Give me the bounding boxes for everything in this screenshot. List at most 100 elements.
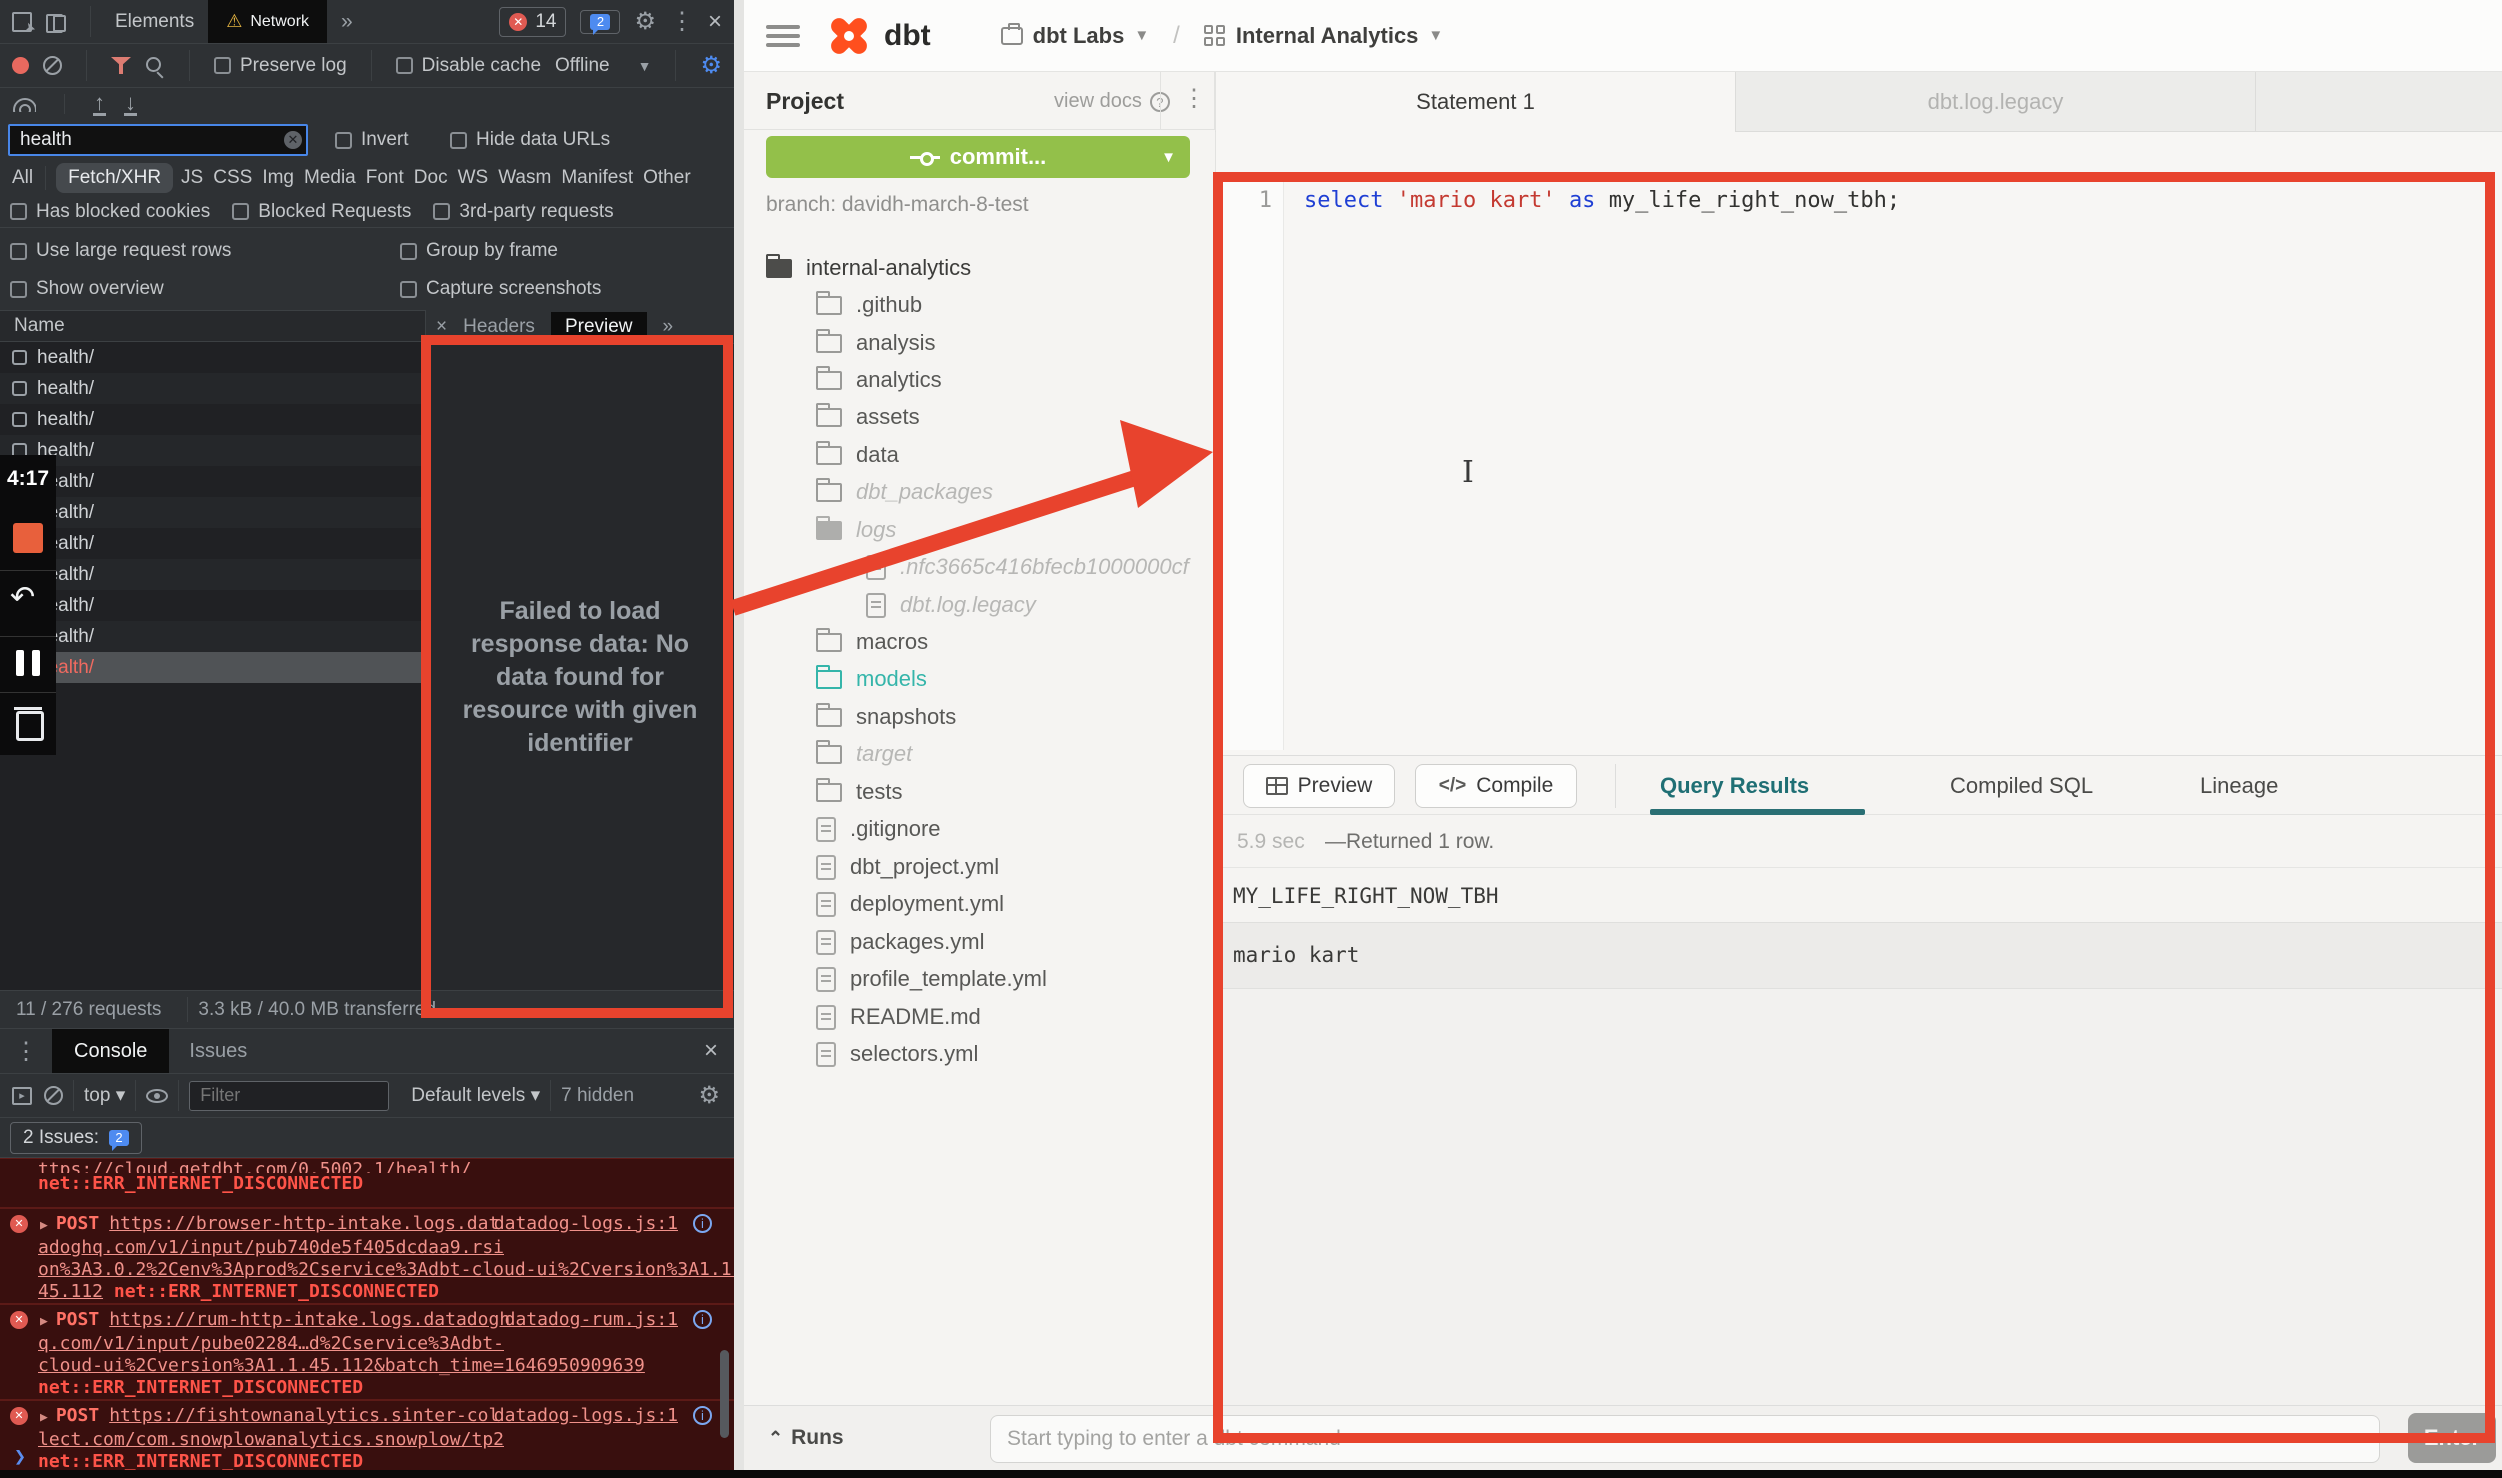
close-devtools-icon[interactable]: × (708, 8, 722, 36)
network-filter-input[interactable] (8, 124, 308, 156)
runs-toggle[interactable]: ⌃Runs (768, 1426, 844, 1450)
tab-compiled-sql[interactable]: Compiled SQL (1950, 756, 2093, 815)
hide-data-urls-checkbox[interactable]: Hide data URLs (450, 129, 610, 151)
throttling-chevron-icon[interactable]: ▼ (638, 58, 652, 74)
tree-folder-snapshots[interactable]: snapshots (816, 699, 956, 735)
dbt-command-input[interactable] (990, 1415, 2380, 1463)
show-overview-checkbox[interactable]: Show overview (10, 278, 164, 300)
context-selector[interactable]: top ▾ (84, 1084, 125, 1107)
console-sidebar-icon[interactable]: ▸ (12, 1087, 32, 1105)
request-row[interactable]: health/ (0, 590, 425, 621)
tab-elements[interactable]: Elements (115, 11, 194, 33)
request-row-selected[interactable]: health/ (0, 652, 425, 683)
chip-font[interactable]: Font (364, 163, 406, 193)
project-selector[interactable]: Internal Analytics ▼ (1204, 23, 1443, 49)
preview-button[interactable]: Preview (1243, 764, 1395, 808)
tree-folder-assets[interactable]: assets (816, 399, 920, 435)
results-table-row[interactable]: mario kart (1215, 923, 2502, 989)
request-row[interactable]: health/ (0, 373, 425, 404)
request-row[interactable]: health/ (0, 404, 425, 435)
log-levels-dropdown[interactable]: Default levels ▾ (411, 1084, 540, 1107)
console-settings-icon[interactable]: ⚙ (698, 1081, 720, 1110)
chip-js[interactable]: JS (179, 163, 205, 193)
tree-file-profile-template-yml[interactable]: profile_template.yml (816, 961, 1047, 997)
more-tabs-icon[interactable]: » (341, 10, 353, 34)
issues-pill[interactable]: 2 Issues: 2 (10, 1122, 142, 1154)
tab-preview[interactable]: Preview (551, 312, 647, 342)
invert-checkbox[interactable]: Invert (335, 129, 409, 151)
checkbox-box[interactable] (12, 350, 27, 365)
request-row[interactable]: health/ (0, 342, 425, 373)
request-row[interactable]: health/ (0, 466, 425, 497)
console-filter-input[interactable] (189, 1081, 389, 1111)
pause-recording-icon[interactable] (15, 650, 41, 676)
kebab-menu-icon[interactable]: ⋮ (670, 7, 694, 36)
error-count-badge[interactable]: ✕14 (499, 7, 566, 37)
error-source-link[interactable]: datadog-logs.js:1 (494, 1405, 678, 1427)
chip-css[interactable]: CSS (211, 163, 254, 193)
tab-lineage[interactable]: Lineage (2200, 756, 2278, 815)
tree-file-packages-yml[interactable]: packages.yml (816, 924, 985, 960)
error-source-link[interactable]: datadog-rum.js:1 (505, 1309, 678, 1331)
tree-file-deployment-yml[interactable]: deployment.yml (816, 886, 1004, 922)
info-icon[interactable]: i (693, 1406, 712, 1425)
search-icon[interactable] (145, 56, 165, 76)
tab-network[interactable]: ⚠Network (208, 0, 327, 43)
has-blocked-cookies-checkbox[interactable]: Has blocked cookies (10, 201, 210, 223)
compile-button[interactable]: </>Compile (1415, 764, 1577, 808)
enter-button[interactable]: Enter (2408, 1413, 2496, 1463)
console-error[interactable]: ttps://cloud.getdbt.com/0.5002.1/health/… (0, 1158, 734, 1208)
commit-dropdown-chevron-icon[interactable]: ▼ (1161, 149, 1176, 166)
request-row[interactable]: health/ (0, 528, 425, 559)
clear-filter-icon[interactable]: ✕ (284, 131, 302, 149)
stop-recording-icon[interactable] (13, 523, 43, 553)
export-har-icon[interactable]: ↓ (124, 93, 137, 116)
chip-other[interactable]: Other (641, 163, 693, 193)
disable-cache-checkbox[interactable]: Disable cache (396, 55, 541, 77)
tree-folder-macros[interactable]: macros (816, 624, 928, 660)
error-source-link[interactable]: datadog-logs.js:1 (494, 1213, 678, 1235)
live-expression-icon[interactable] (146, 1089, 168, 1103)
record-icon[interactable] (12, 57, 29, 74)
info-icon[interactable]: i (693, 1310, 712, 1329)
tab-query-results[interactable]: Query Results (1660, 756, 1809, 815)
throttling-dropdown[interactable]: Offline (555, 55, 610, 77)
issues-count-badge[interactable]: 2 (580, 10, 620, 34)
network-conditions-icon[interactable] (12, 96, 36, 112)
info-icon[interactable]: i (693, 1214, 712, 1233)
tree-folder-logs[interactable]: logs (816, 512, 896, 548)
tree-folder-analysis[interactable]: analysis (816, 325, 935, 361)
tab-headers[interactable]: Headers (463, 316, 535, 338)
checkbox-box[interactable] (12, 412, 27, 427)
commit-button[interactable]: commit... ▼ (766, 136, 1190, 178)
device-toolbar-icon[interactable] (46, 12, 66, 32)
tab-dbt-log-legacy[interactable]: dbt.log.legacy (1736, 72, 2256, 132)
blocked-requests-checkbox[interactable]: Blocked Requests (232, 201, 411, 223)
chip-img[interactable]: Img (260, 163, 296, 193)
clear-icon[interactable] (43, 56, 62, 75)
request-row[interactable]: health/ (0, 559, 425, 590)
preserve-log-checkbox[interactable]: Preserve log (214, 55, 347, 77)
clear-console-icon[interactable] (44, 1086, 63, 1105)
filter-icon[interactable] (111, 57, 131, 75)
inspect-icon[interactable] (12, 12, 32, 32)
project-kebab-icon[interactable]: ⋮ (1182, 84, 1206, 113)
request-row[interactable]: health/ (0, 497, 425, 528)
tree-folder-github[interactable]: .github (816, 287, 922, 323)
use-large-request-rows-checkbox[interactable]: Use large request rows (10, 240, 231, 262)
request-row[interactable]: health/ (0, 435, 425, 466)
tree-folder-data[interactable]: data (816, 437, 899, 473)
tree-folder-tests[interactable]: tests (816, 774, 902, 810)
code-line[interactable]: select 'mario kart' as my_life_right_now… (1304, 188, 1900, 213)
chip-wasm[interactable]: Wasm (496, 163, 553, 193)
request-row[interactable]: health/ (0, 621, 425, 652)
group-by-frame-checkbox[interactable]: Group by frame (400, 240, 558, 262)
chip-doc[interactable]: Doc (412, 163, 450, 193)
close-drawer-icon[interactable]: × (688, 1037, 734, 1065)
network-conditions-gear-icon[interactable]: ⚙ (700, 51, 722, 80)
console-scrollbar[interactable] (720, 1350, 729, 1438)
tree-folder-target[interactable]: target (816, 736, 912, 772)
tree-file-readme[interactable]: README.md (816, 999, 981, 1035)
tree-file-selectors-yml[interactable]: selectors.yml (816, 1036, 978, 1072)
console-prompt[interactable]: ❯ (14, 1444, 26, 1468)
